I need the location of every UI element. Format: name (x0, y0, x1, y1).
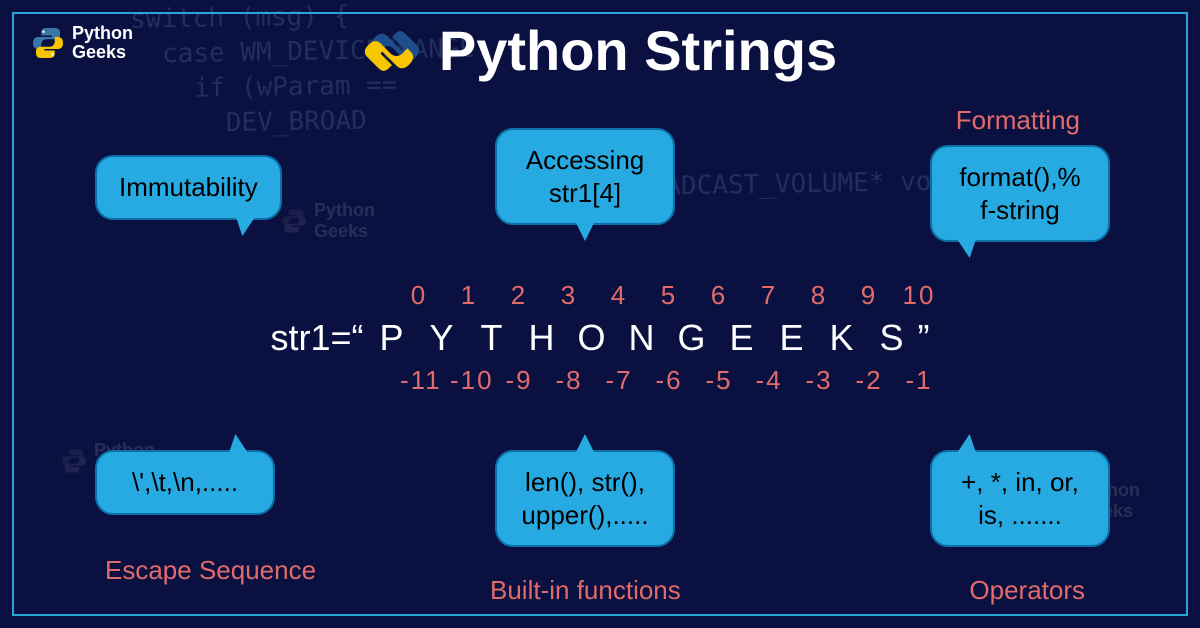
index-cell: 3 (550, 280, 588, 311)
bubble-accessing: Accessing str1[4] (495, 128, 675, 225)
char-cell: E (724, 317, 762, 359)
bubble-text: is, ....... (954, 499, 1086, 532)
bubble-text: +, *, in, or, (954, 466, 1086, 499)
char-cell: P (374, 317, 412, 359)
index-cell: 1 (450, 280, 488, 311)
bubble-text: len(), str(), (519, 466, 651, 499)
index-cell: 8 (800, 280, 838, 311)
bubble-text: \',\t,\n,..... (132, 467, 238, 497)
index-cell: 7 (750, 280, 788, 311)
page-title-wrap: Python Strings (0, 18, 1200, 83)
string-prefix: str1=“ (270, 317, 363, 359)
index-cell: -4 (750, 365, 788, 396)
python-rotated-icon (363, 22, 421, 80)
bubble-text: Accessing (519, 144, 651, 177)
bubble-builtin: len(), str(), upper(),..... (495, 450, 675, 547)
index-cell: 4 (600, 280, 638, 311)
char-cell: Y (424, 317, 462, 359)
bubble-text: upper(),..... (519, 499, 651, 532)
index-cell: -5 (700, 365, 738, 396)
index-cell: 5 (650, 280, 688, 311)
string-index-diagram: 012345678910 str1=“ PYTHONGEEKS ” -11-10… (0, 280, 1200, 396)
char-cell: H (524, 317, 562, 359)
string-suffix: ” (918, 317, 930, 359)
index-cell: -11 (400, 365, 438, 396)
label-escape: Escape Sequence (105, 555, 316, 586)
bubble-text: str1[4] (519, 177, 651, 210)
char-cell: E (774, 317, 812, 359)
index-cell: -6 (650, 365, 688, 396)
positive-index-row: 0123456789 10 (400, 280, 938, 311)
page-title: Python Strings (439, 18, 837, 83)
label-builtin: Built-in functions (490, 575, 681, 606)
index-cell: -9 (500, 365, 538, 396)
bubble-text: f-string (954, 194, 1086, 227)
bubble-text: format(),% (954, 161, 1086, 194)
char-cell: S (874, 317, 912, 359)
bubble-operators: +, *, in, or, is, ....... (930, 450, 1110, 547)
index-cell: -3 (800, 365, 838, 396)
index-cell: -2 (850, 365, 888, 396)
index-cell: -7 (600, 365, 638, 396)
index-cell: 9 (850, 280, 888, 311)
char-cell: K (824, 317, 862, 359)
negative-index-row: -11 -10 -9 -8 -7 -6 -5 -4 -3 -2 -1 (400, 365, 938, 396)
bubble-immutability: Immutability (95, 155, 282, 220)
index-cell: 0 (400, 280, 438, 311)
char-cell: G (674, 317, 712, 359)
bubble-text: Immutability (119, 172, 258, 202)
index-cell: -10 (450, 365, 488, 396)
index-cell: -8 (550, 365, 588, 396)
index-cell: -1 (900, 365, 938, 396)
index-cell: 10 (900, 280, 938, 311)
index-cell: 2 (500, 280, 538, 311)
char-cell: N (624, 317, 662, 359)
watermark: PythonGeeks (280, 200, 375, 242)
label-operators: Operators (969, 575, 1085, 606)
char-cell: T (474, 317, 512, 359)
index-cell: 6 (700, 280, 738, 311)
label-formatting: Formatting (956, 105, 1080, 136)
speech-tail-icon (575, 221, 595, 241)
char-cell: O (574, 317, 612, 359)
bubble-escape: \',\t,\n,..... (95, 450, 275, 515)
bubble-format: format(),% f-string (930, 145, 1110, 242)
speech-tail-icon (575, 434, 595, 454)
string-value-row: str1=“ PYTHONGEEKS ” (270, 317, 929, 359)
